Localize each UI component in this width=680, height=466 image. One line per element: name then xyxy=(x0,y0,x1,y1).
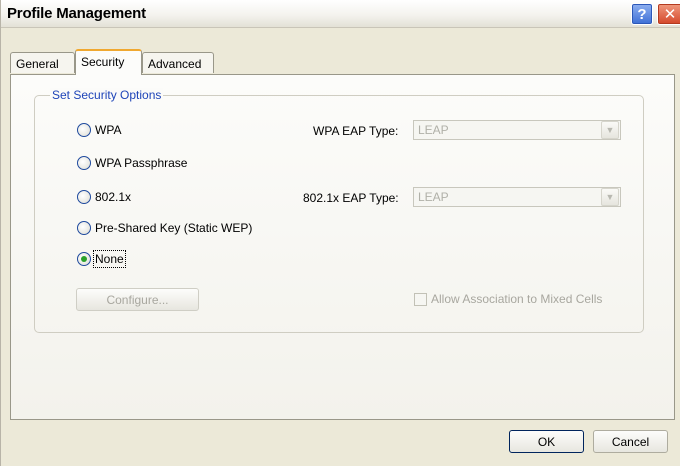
close-button[interactable]: ✕ xyxy=(657,3,680,25)
ok-button[interactable]: OK xyxy=(509,430,584,453)
title-bar[interactable]: Profile Management ? ✕ xyxy=(1,0,680,28)
chevron-down-icon[interactable]: ▼ xyxy=(601,188,619,206)
radio-wpa[interactable]: WPA xyxy=(77,122,121,138)
radio-label: WPA Passphrase xyxy=(95,156,188,170)
tab-security[interactable]: Security xyxy=(75,49,142,75)
group-label: Set Security Options xyxy=(50,88,164,102)
window-title: Profile Management xyxy=(7,5,146,22)
radio-button-icon[interactable] xyxy=(77,123,91,137)
radio-8021x[interactable]: 802.1x xyxy=(77,189,131,205)
radio-button-icon[interactable] xyxy=(77,190,91,204)
radio-button-selected-icon[interactable] xyxy=(77,252,91,266)
allow-mixed-cells-checkbox[interactable]: Allow Association to Mixed Cells xyxy=(414,292,602,306)
radio-label: None xyxy=(93,250,126,268)
radio-wpa-passphrase[interactable]: WPA Passphrase xyxy=(77,155,187,171)
radio-button-icon[interactable] xyxy=(77,156,91,170)
checkbox-label: Allow Association to Mixed Cells xyxy=(431,292,603,306)
combo-value: LEAP xyxy=(418,123,449,137)
combo-value: LEAP xyxy=(418,190,449,204)
profile-management-dialog: Profile Management ? ✕ General Security … xyxy=(0,0,680,466)
configure-button[interactable]: Configure... xyxy=(76,288,199,311)
radio-pre-shared-key[interactable]: Pre-Shared Key (Static WEP) xyxy=(77,220,252,236)
cancel-button[interactable]: Cancel xyxy=(593,430,668,453)
8021x-eap-type-label: 802.1x EAP Type: xyxy=(303,191,399,205)
chevron-down-icon[interactable]: ▼ xyxy=(601,121,619,139)
radio-label: 802.1x xyxy=(95,190,132,204)
help-button[interactable]: ? xyxy=(631,3,653,25)
8021x-eap-type-select[interactable]: LEAP ▼ xyxy=(413,187,621,207)
tab-advanced[interactable]: Advanced xyxy=(142,52,214,73)
close-icon: ✕ xyxy=(663,6,677,23)
radio-none[interactable]: None xyxy=(77,250,126,268)
checkbox-icon[interactable] xyxy=(414,292,427,306)
tab-general[interactable]: General xyxy=(10,52,75,73)
radio-button-icon[interactable] xyxy=(77,221,91,235)
question-mark-icon: ? xyxy=(637,5,647,23)
wpa-eap-type-select[interactable]: LEAP ▼ xyxy=(413,120,621,140)
radio-label: WPA xyxy=(95,123,122,137)
wpa-eap-type-label: WPA EAP Type: xyxy=(313,124,399,138)
radio-label: Pre-Shared Key (Static WEP) xyxy=(95,221,253,235)
